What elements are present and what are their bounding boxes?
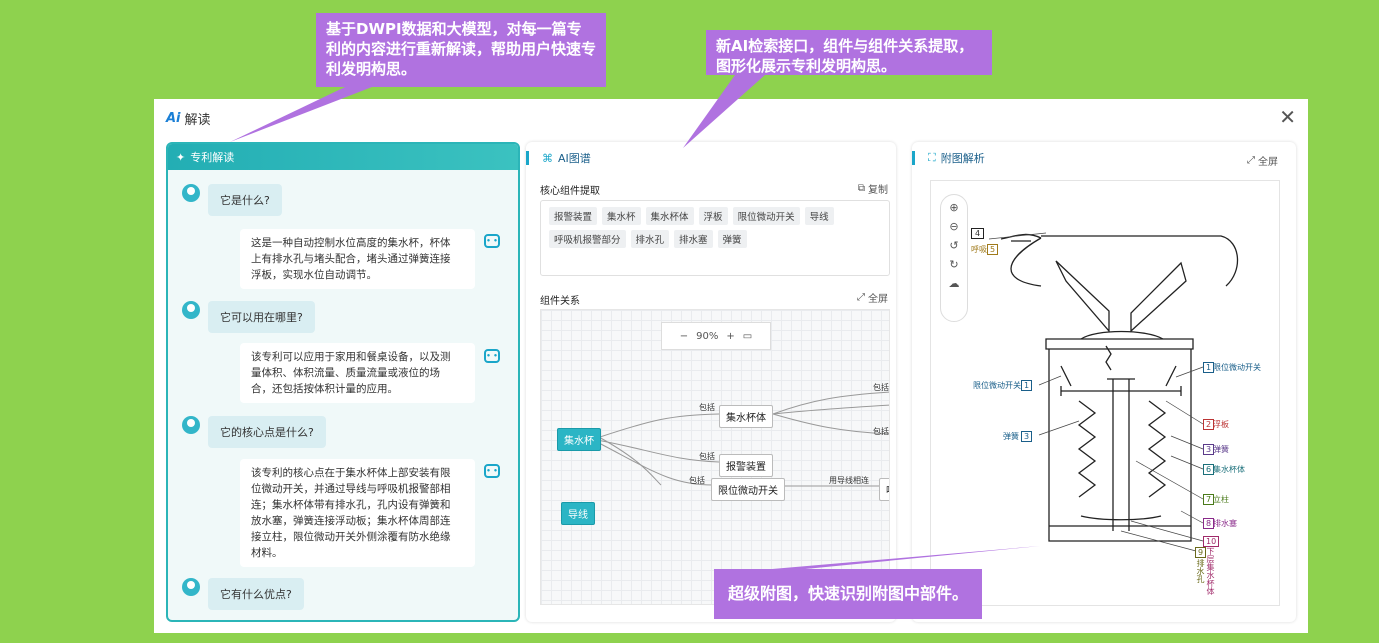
callout-super-figure: 超级附图，快速识别附图中部件。 [714,569,982,619]
callout-figure-tail [760,546,1040,570]
callout-ai-search: 新AI检索接口，组件与组件关系提取，图形化展示专利发明构思。 [706,30,992,75]
callout-dwpi: 基于DWPI数据和大模型，对每一篇专利的内容进行重新解读，帮助用户快速专利发明构… [316,13,606,87]
